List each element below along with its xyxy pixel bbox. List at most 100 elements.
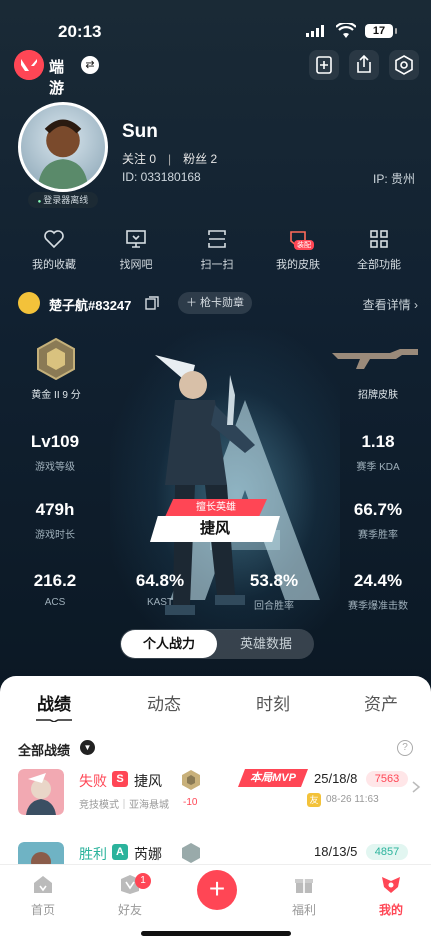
stats-view-toggle: 个人战力 英雄数据 [120, 629, 314, 659]
stat-label: 赛季 KDA [356, 462, 400, 473]
fans-count[interactable]: 粉丝 2 [183, 152, 217, 166]
help-icon[interactable]: ? [397, 740, 413, 756]
avatar[interactable] [18, 102, 108, 192]
tab-assets[interactable]: 资产 [346, 690, 416, 715]
skin-label: 招牌皮肤 [358, 390, 398, 401]
valorant-logo-icon [14, 50, 44, 80]
stat-kda: 1.18 赛季 KDA [328, 432, 428, 473]
stat-headshot: 24.4% 赛季爆准击数 [328, 571, 428, 612]
shortcut-label: 我的皮肤 [276, 259, 320, 271]
home-icon [34, 876, 52, 893]
stat-label: 回合胜率 [254, 601, 294, 612]
agent-name: 芮娜 [134, 846, 162, 862]
stat-label: ACS [44, 597, 66, 608]
shortcut-internet-cafe[interactable]: 找网吧 [96, 228, 176, 272]
stat-level: Lv109 游戏等级 [5, 432, 105, 473]
cellular-signal-icon [306, 25, 324, 37]
friend-badge: 友 [307, 793, 321, 807]
agent-portrait-jett [18, 769, 64, 815]
match-kda: 18/13/5 [314, 844, 358, 859]
swap-icon[interactable]: ⇄ [81, 56, 99, 74]
rank-icon [182, 770, 200, 790]
shortcut-scan[interactable]: 扫一扫 [177, 228, 257, 272]
match-kda: 25/18/8 [314, 771, 358, 786]
user-name: Sun [122, 121, 158, 142]
stat-hours: 479h 游戏时长 [5, 500, 105, 541]
shortcut-label: 扫一扫 [200, 259, 234, 271]
friends-badge: 1 [135, 873, 151, 889]
shortcut-favorites[interactable]: 我的收藏 [14, 228, 94, 272]
wifi-icon [336, 23, 356, 38]
player-card-icon [18, 292, 40, 314]
gold-rank-icon [37, 338, 75, 380]
add-post-button[interactable] [309, 50, 339, 80]
tab-moments[interactable]: 时刻 [238, 690, 308, 715]
add-post-icon [316, 56, 332, 74]
nav-friends[interactable]: 1 好友 [95, 873, 165, 918]
match-row[interactable]: 失败 S 捷风 竞技模式｜亚海悬城 -10 本局MVP 25/18/8 7563… [0, 769, 431, 829]
share-button[interactable] [349, 50, 379, 80]
nav-label: 好友 [117, 903, 142, 917]
stat-winrate: 66.7% 赛季胜率 [328, 500, 428, 541]
nav-label: 首页 [30, 903, 55, 917]
following-count[interactable]: 关注 0 [122, 152, 156, 166]
gun-card-badge-button[interactable]: ＋ 枪卡勋章 [178, 292, 252, 314]
share-icon [357, 54, 371, 73]
stat-value: 64.8% [135, 571, 185, 590]
rank-icon [182, 843, 200, 863]
toggle-personal-power[interactable]: 个人战力 [121, 630, 217, 658]
stat-label: KAST [146, 597, 174, 608]
stat-round-win: 53.8% 回合胜率 [224, 571, 324, 612]
stat-label: 游戏等级 [35, 462, 75, 473]
nav-home[interactable]: 首页 [8, 873, 78, 918]
nav-me[interactable]: 我的 [356, 873, 426, 918]
record-filter[interactable]: 全部战绩 [18, 740, 70, 759]
rank-delta: -10 [183, 797, 198, 808]
battery-indicator: 17 [365, 24, 397, 38]
me-icon [382, 877, 400, 893]
toggle-hero-data[interactable]: 英雄数据 [218, 629, 314, 659]
ip-location: IP: 贵州 [372, 172, 415, 186]
follow-stats: 关注 0 | 粉丝 2 [122, 152, 218, 166]
riot-id: 楚子航#83247 [49, 298, 132, 313]
riot-id-row: 楚子航#83247 ＋ 枪卡勋章 查看详情 › [18, 292, 418, 314]
gun-card-badge-label: 枪卡勋章 [200, 297, 245, 309]
gift-icon [295, 879, 313, 893]
scan-icon [208, 230, 226, 248]
home-indicator [141, 931, 291, 936]
stat-label: 赛季爆准击数 [348, 601, 408, 612]
nav-benefits[interactable]: 福利 [269, 873, 339, 918]
chevron-right-icon [412, 781, 421, 793]
shortcut-skins[interactable]: 装配 我的皮肤 [258, 228, 338, 272]
status-bar: 20:13 17 [0, 0, 431, 46]
chevron-down-icon[interactable]: ▼ [80, 740, 95, 755]
match-score: 7563 [366, 771, 408, 787]
settings-button[interactable] [389, 50, 419, 80]
settings-hex-icon [395, 55, 413, 75]
match-result: 失败 [79, 773, 107, 789]
create-button[interactable]: + [197, 870, 237, 910]
shortcut-label: 找网吧 [119, 259, 153, 271]
tab-feed[interactable]: 动态 [129, 690, 199, 715]
match-mode: 竞技模式｜亚海悬城 [79, 800, 169, 811]
stat-value: 24.4% [353, 571, 403, 590]
nav-label: 我的 [378, 903, 403, 917]
copy-icon[interactable] [145, 296, 159, 310]
shortcut-all-features[interactable]: 全部功能 [339, 228, 419, 272]
heart-icon [44, 230, 64, 249]
match-time: 08-26 11:63 [326, 794, 379, 805]
role-badge: S [112, 771, 128, 787]
match-result: 胜利 [79, 846, 107, 862]
shortcut-bar: 我的收藏 找网吧 扫一扫 装配 我的皮肤 全部功能 [0, 228, 431, 278]
view-details-label: 查看详情 [362, 298, 411, 312]
view-details-link[interactable]: 查看详情 › [363, 296, 418, 313]
clock: 20:13 [58, 22, 102, 41]
match-score: 4857 [366, 844, 408, 860]
stat-value: 479h [35, 500, 75, 519]
stat-value: 216.2 [33, 571, 77, 590]
agent-name: 捷风 [134, 773, 162, 789]
grid-icon [370, 230, 388, 248]
best-hero-name[interactable]: 捷风 [150, 516, 280, 542]
stat-value: 1.18 [361, 432, 395, 451]
tab-records[interactable]: 战绩 [19, 690, 89, 715]
